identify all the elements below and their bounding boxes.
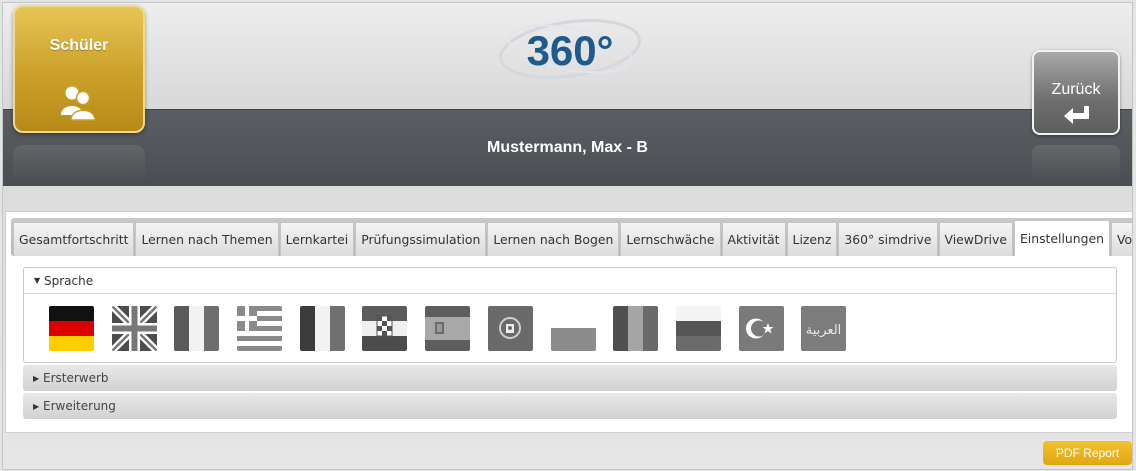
pupil-tile-reflection	[13, 145, 145, 181]
tab-aktivität[interactable]: Aktivität	[721, 222, 786, 256]
logo-360: 360°	[499, 19, 641, 79]
flag-romania-icon[interactable]	[613, 305, 659, 351]
app-window: Mustermann, Max - B Schüler 360° Zurück …	[2, 2, 1133, 470]
section-language: ▼ Sprache العربية	[23, 267, 1117, 363]
tab-lizenz[interactable]: Lizenz	[786, 222, 838, 256]
tab-lernen-nach-themen[interactable]: Lernen nach Themen	[135, 222, 279, 256]
caret-right-icon: ▶	[33, 401, 40, 411]
flag-turkey-icon[interactable]	[738, 305, 784, 351]
flag-arabic-icon[interactable]: العربية	[801, 305, 847, 351]
flag-croatia-icon[interactable]	[362, 305, 408, 351]
section-language-title: Sprache	[44, 273, 94, 288]
back-button-label: Zurück	[1051, 81, 1101, 98]
caret-right-icon: ▶	[33, 373, 40, 383]
tab-lernen-nach-bogen[interactable]: Lernen nach Bogen	[487, 222, 620, 256]
tab-prüfungssimulation[interactable]: Prüfungssimulation	[355, 222, 487, 256]
logo-text: 360°	[527, 27, 614, 74]
section-acquisition-header[interactable]: ▶ Ersterwerb	[23, 365, 1117, 391]
section-extension-header[interactable]: ▶ Erweiterung	[23, 393, 1117, 419]
tab-lernkartei[interactable]: Lernkartei	[279, 222, 355, 256]
flag-spain-icon[interactable]	[425, 305, 471, 351]
flag-portugal-icon[interactable]	[487, 305, 533, 351]
tab-360-simdrive[interactable]: 360° simdrive	[838, 222, 938, 256]
settings-accordion: ▼ Sprache العربية ▶ Ersterwerb ▶ Erweite…	[23, 267, 1117, 419]
section-acquisition-title: Ersterwerb	[43, 371, 109, 385]
flag-arabic-text: العربية	[806, 323, 842, 338]
flag-greece-icon[interactable]	[237, 305, 283, 351]
flag-italy-icon[interactable]	[174, 305, 220, 351]
users-icon	[61, 86, 96, 121]
pupil-tile-button[interactable]: Schüler	[13, 5, 145, 133]
flag-france-icon[interactable]	[299, 305, 345, 351]
content-panel: Gesamtfortschritt Lernen nach Themen Lernk…	[5, 211, 1132, 433]
tab-viewdrive[interactable]: ViewDrive	[938, 222, 1013, 256]
tab-vortest[interactable]: Vortest	[1110, 222, 1132, 256]
student-name: Mustermann, Max - B	[487, 139, 648, 156]
tab-einstellungen[interactable]: Einstellungen	[1013, 220, 1110, 256]
section-language-header[interactable]: ▼ Sprache	[24, 268, 1116, 294]
tab-gesamtfortschritt[interactable]: Gesamtfortschritt	[13, 222, 135, 256]
flag-poland-icon[interactable]	[550, 305, 596, 351]
flag-uk-icon[interactable]	[111, 305, 157, 351]
section-extension-title: Erweiterung	[43, 399, 116, 413]
pupil-tile-label: Schüler	[49, 37, 109, 54]
pdf-report-button[interactable]: PDF Report	[1043, 441, 1132, 465]
flag-germany-icon[interactable]	[49, 305, 94, 351]
arrow-left-icon	[1064, 106, 1089, 124]
language-flags: العربية	[24, 294, 1116, 362]
back-button-reflection	[1032, 145, 1120, 179]
back-button[interactable]: Zurück	[1032, 50, 1120, 135]
tab-lernschwäche[interactable]: Lernschwäche	[620, 222, 721, 256]
tab-bar: Gesamtfortschritt Lernen nach Themen Lernk…	[11, 218, 1132, 256]
caret-down-icon: ▼	[34, 276, 41, 285]
flag-russia-icon[interactable]	[675, 305, 721, 351]
